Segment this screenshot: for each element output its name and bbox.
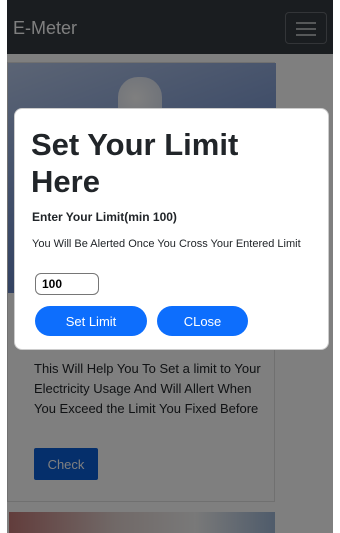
- limit-input[interactable]: [35, 273, 99, 295]
- modal-title: Set Your Limit Here: [31, 127, 239, 199]
- limit-label: Enter Your Limit(min 100): [32, 210, 177, 224]
- set-limit-modal: Set Your Limit Here Enter Your Limit(min…: [14, 108, 329, 350]
- set-limit-button[interactable]: Set Limit: [35, 306, 147, 336]
- alert-note: You Will Be Alerted Once You Cross Your …: [32, 238, 301, 250]
- app-frame: E-Meter This Will Help You To Set a limi…: [7, 0, 333, 533]
- close-button[interactable]: CLose: [157, 306, 248, 336]
